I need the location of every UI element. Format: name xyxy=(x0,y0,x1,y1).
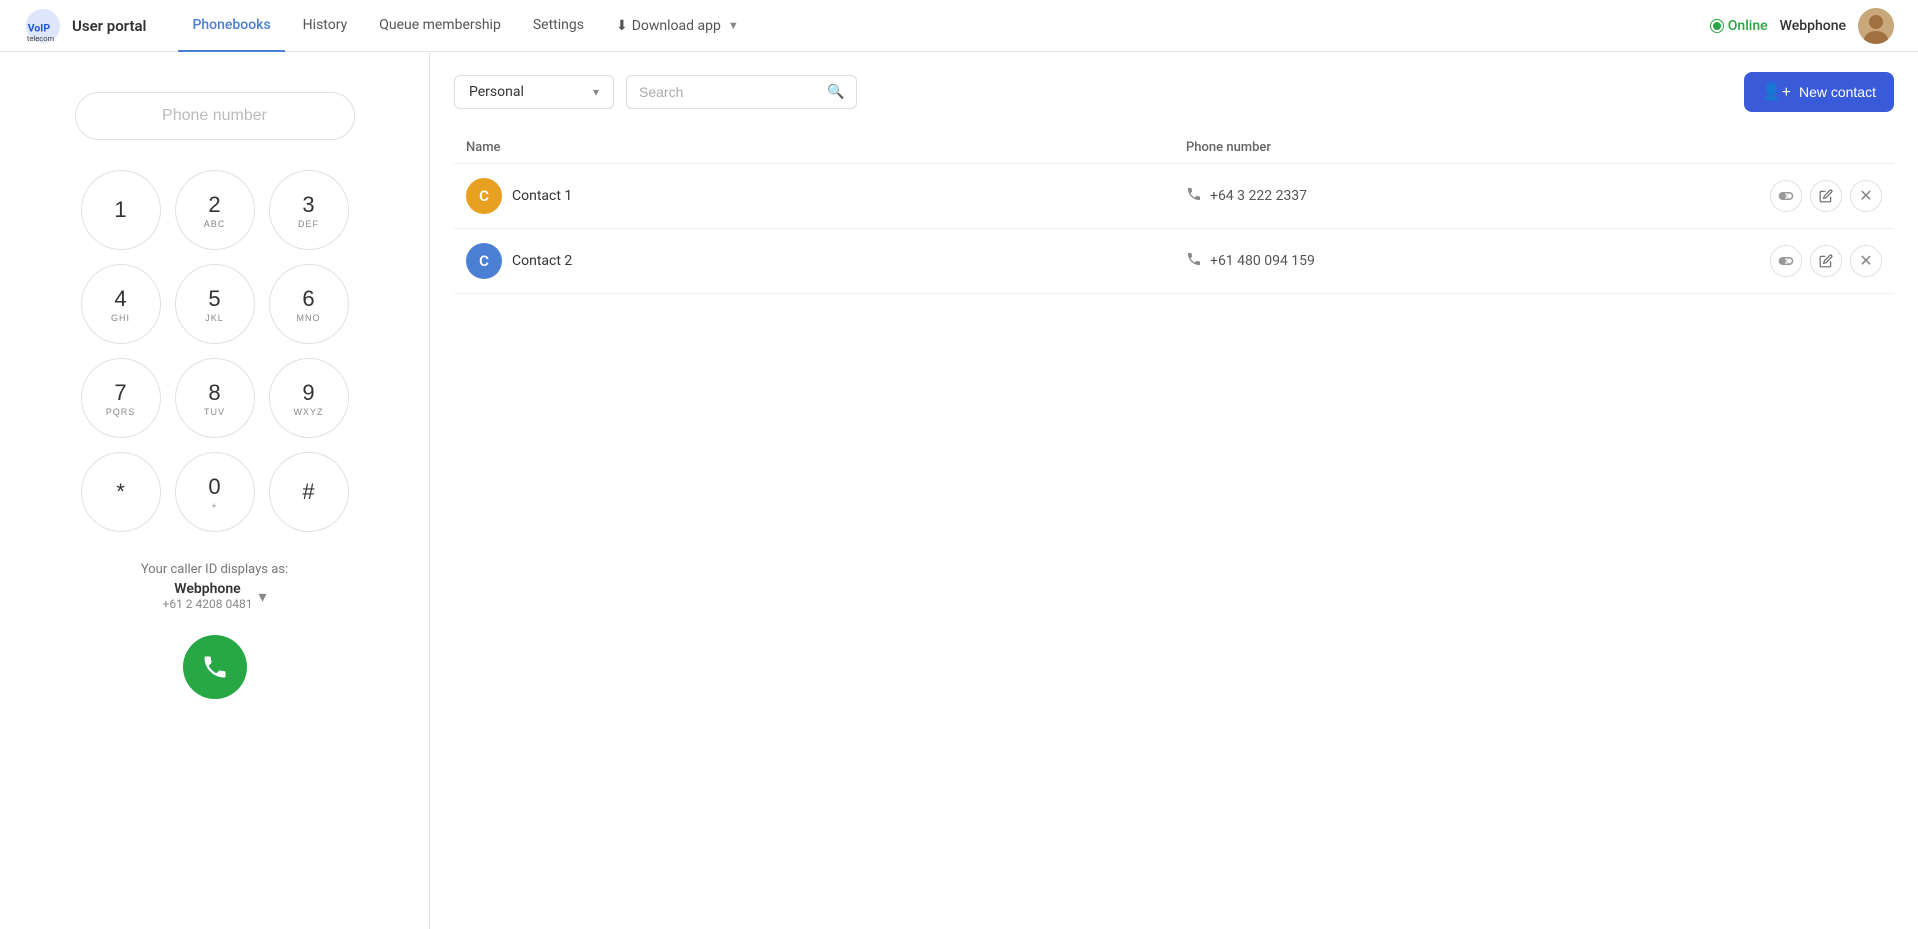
chevron-down-icon: ▾ xyxy=(593,85,599,99)
col-header-phone: Phone number xyxy=(1174,132,1758,164)
phone-cell: +61 480 094 159 xyxy=(1186,251,1746,271)
dial-key-7[interactable]: 7 PQRS xyxy=(81,358,161,438)
main-layout: 1 2 ABC 3 DEF 4 GHI 5 JKL 6 MNO xyxy=(0,52,1918,929)
caller-id-row[interactable]: Webphone +61 2 4208 0481 ▾ xyxy=(141,581,288,611)
app-title: User portal xyxy=(72,17,146,35)
contacts-list: C Contact 1 +64 3 222 2337 ✕ xyxy=(454,164,1894,294)
phonebook-select[interactable]: Personal ▾ xyxy=(454,75,614,109)
dial-key-2[interactable]: 2 ABC xyxy=(175,170,255,250)
dial-key-3[interactable]: 3 DEF xyxy=(269,170,349,250)
contact-name-cell: C Contact 2 xyxy=(466,243,1162,279)
search-icon: 🔍 xyxy=(827,84,844,100)
toggle-button[interactable] xyxy=(1770,245,1802,277)
contact-name: Contact 2 xyxy=(512,253,572,269)
caller-id-label: Your caller ID displays as: xyxy=(141,562,288,577)
nav-phonebooks[interactable]: Phonebooks xyxy=(178,0,284,52)
voipline-logo: VoIP telecom xyxy=(24,7,62,45)
svg-text:telecom: telecom xyxy=(27,34,55,43)
toggle-button[interactable] xyxy=(1770,180,1802,212)
download-icon: ⬇ xyxy=(616,18,628,34)
header: VoIP telecom User portal Phonebooks Hist… xyxy=(0,0,1918,52)
contact-name-cell: C Contact 1 xyxy=(466,178,1162,214)
table-row: C Contact 1 +64 3 222 2337 ✕ xyxy=(454,164,1894,229)
avatar[interactable] xyxy=(1858,8,1894,44)
col-header-name: Name xyxy=(454,132,1174,164)
username-label: Webphone xyxy=(1780,18,1846,34)
dial-key-1[interactable]: 1 xyxy=(81,170,161,250)
search-input[interactable] xyxy=(639,84,819,100)
phone-number: +64 3 222 2337 xyxy=(1210,188,1307,204)
contact-name: Contact 1 xyxy=(512,188,572,204)
svg-text:VoIP: VoIP xyxy=(28,21,51,34)
nav-settings[interactable]: Settings xyxy=(519,0,598,52)
phonebook-panel: Personal ▾ 🔍 👤+ New contact Name Phone n… xyxy=(430,52,1918,929)
phone-icon xyxy=(1186,251,1202,271)
contact-avatar: C xyxy=(466,178,502,214)
phone-number: +61 480 094 159 xyxy=(1210,253,1315,269)
chevron-down-icon: ▾ xyxy=(258,587,266,606)
caller-id-number: +61 2 4208 0481 xyxy=(163,597,253,611)
dial-key-star[interactable]: * xyxy=(81,452,161,532)
logo-area: VoIP telecom User portal xyxy=(24,7,146,45)
dial-key-5[interactable]: 5 JKL xyxy=(175,264,255,344)
row-actions: ✕ xyxy=(1770,180,1882,212)
dialpad-panel: 1 2 ABC 3 DEF 4 GHI 5 JKL 6 MNO xyxy=(0,52,430,929)
search-box: 🔍 xyxy=(626,75,857,109)
contact-avatar: C xyxy=(466,243,502,279)
dial-key-8[interactable]: 8 TUV xyxy=(175,358,255,438)
header-right: Online Webphone xyxy=(1711,8,1894,44)
phone-cell: +64 3 222 2337 xyxy=(1186,186,1746,206)
add-person-icon: 👤+ xyxy=(1762,82,1791,102)
call-button[interactable] xyxy=(183,635,247,699)
caller-id-section: Your caller ID displays as: Webphone +61… xyxy=(141,562,288,611)
delete-button[interactable]: ✕ xyxy=(1850,180,1882,212)
dial-key-4[interactable]: 4 GHI xyxy=(81,264,161,344)
chevron-down-icon: ▼ xyxy=(728,19,739,32)
main-nav: Phonebooks History Queue membership Sett… xyxy=(178,0,1710,52)
dial-key-9[interactable]: 9 WXYZ xyxy=(269,358,349,438)
phone-icon xyxy=(1186,186,1202,206)
dial-key-hash[interactable]: # xyxy=(269,452,349,532)
new-contact-button[interactable]: 👤+ New contact xyxy=(1744,72,1894,112)
dialpad-grid: 1 2 ABC 3 DEF 4 GHI 5 JKL 6 MNO xyxy=(81,170,349,532)
status-dot xyxy=(1711,20,1723,32)
nav-queue-membership[interactable]: Queue membership xyxy=(365,0,515,52)
download-app-nav[interactable]: ⬇ Download app ▼ xyxy=(602,0,753,52)
delete-button[interactable]: ✕ xyxy=(1850,245,1882,277)
phonebook-toolbar: Personal ▾ 🔍 👤+ New contact xyxy=(454,72,1894,112)
dial-key-6[interactable]: 6 MNO xyxy=(269,264,349,344)
phone-number-input[interactable] xyxy=(75,92,355,140)
edit-button[interactable] xyxy=(1810,180,1842,212)
table-row: C Contact 2 +61 480 094 159 ✕ xyxy=(454,229,1894,294)
row-actions: ✕ xyxy=(1770,245,1882,277)
status-badge: Online xyxy=(1711,18,1768,34)
dial-key-0[interactable]: 0 + xyxy=(175,452,255,532)
phone-handset-icon xyxy=(201,653,229,681)
caller-id-name: Webphone xyxy=(163,581,253,597)
nav-history[interactable]: History xyxy=(289,0,362,52)
contacts-table: Name Phone number C Contact 1 +64 3 222 … xyxy=(454,132,1894,294)
table-header: Name Phone number xyxy=(454,132,1894,164)
edit-button[interactable] xyxy=(1810,245,1842,277)
